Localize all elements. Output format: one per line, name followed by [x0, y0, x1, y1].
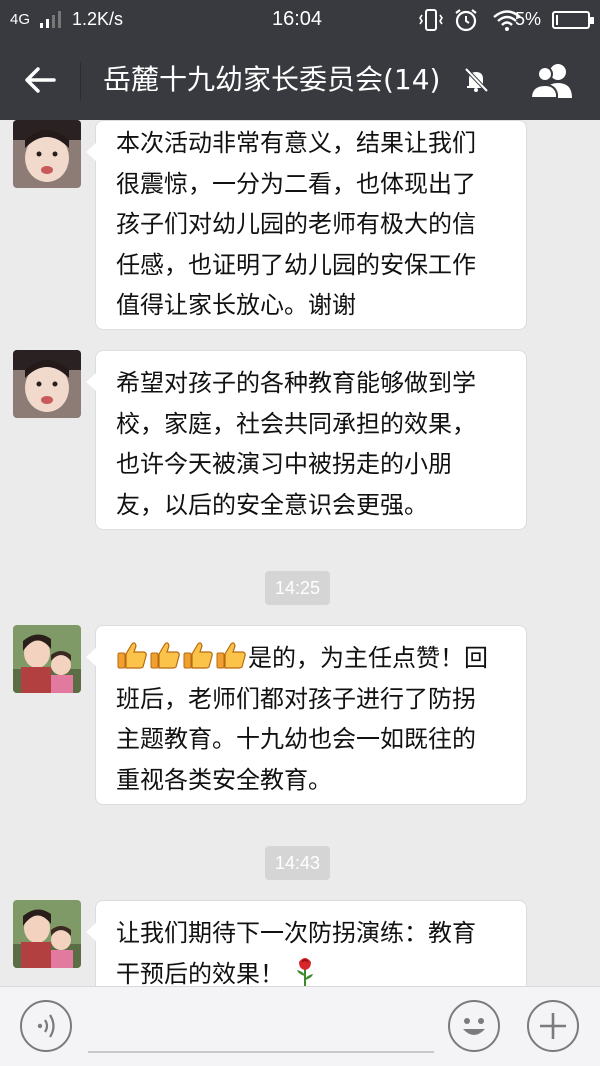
message-text: 也许今天被演习中被拐走的小朋: [116, 450, 452, 478]
header-divider: [80, 62, 81, 100]
message-text: 本次活动非常有意义，结果让我们: [116, 129, 476, 157]
message-text: 孩子们对幼儿园的老师有极大的信: [116, 210, 476, 238]
emoji-smile-icon: [463, 1018, 485, 1035]
voice-input-icon: [37, 1014, 55, 1038]
group-members-icon[interactable]: [528, 62, 578, 100]
message-bubble[interactable]: 是的，为主任点赞！回 班后，老师们都对孩子进行了防拐 主题教育。十九幼也会一如既…: [86, 625, 527, 805]
child-avatar[interactable]: [13, 350, 81, 418]
message-text: 友，以后的安全意识会更强。: [116, 490, 428, 519]
alarm-icon: [455, 9, 477, 32]
rose-emoji: [296, 957, 313, 986]
message-text: 重视各类安全教育。: [116, 765, 332, 794]
timestamp: 14:43: [265, 846, 331, 880]
message-text: 干预后的效果！: [116, 959, 284, 987]
chat-title: 岳麓十九幼家长委员会(14): [103, 63, 441, 96]
message-input[interactable]: [88, 1001, 434, 1049]
thumbs-up-emoji: [216, 642, 246, 669]
thumbs-up-emoji-group: [116, 642, 248, 672]
signal-icon: [40, 11, 61, 28]
mother-child-avatar[interactable]: [13, 625, 81, 693]
thumbs-up-emoji: [183, 642, 213, 669]
network-type: 4G: [10, 11, 31, 28]
emoji-button[interactable]: [448, 1000, 500, 1052]
message-text: 任感，也证明了幼儿园的安保工作: [116, 250, 476, 279]
input-bar: [0, 986, 600, 1066]
battery-level: [556, 15, 558, 25]
plus-icon: [540, 1013, 566, 1039]
message-text: 主题教育。十九幼也会一如既往的: [116, 725, 476, 753]
timestamp: 14:25: [265, 571, 331, 605]
vibrate-icon: [419, 9, 443, 31]
message-text: 很震惊，一分为二看，也体现出了: [116, 169, 476, 198]
thumbs-up-emoji: [117, 642, 147, 669]
thumbs-up-emoji: [150, 642, 180, 669]
battery-percent: 5%: [515, 9, 542, 29]
chat-header: 岳麓十九幼家长委员会(14): [0, 40, 600, 120]
mother-child-avatar[interactable]: [13, 900, 81, 968]
child-avatar[interactable]: [13, 120, 81, 188]
status-bar: 4G 1.2K/s 16:04 5%: [0, 0, 600, 40]
back-arrow-icon[interactable]: [20, 60, 60, 100]
message-bubble[interactable]: 本次活动非常有意义，结果让我们 很震惊，一分为二看，也体现出了 孩子们对幼儿园的…: [86, 120, 527, 330]
message-bubble[interactable]: 希望对孩子的各种教育能够做到学 校，家庭，社会共同承担的效果， 也许今天被演习中…: [86, 350, 527, 530]
clock: 16:04: [272, 8, 323, 30]
message-text: 班后，老师们都对孩子进行了防拐: [116, 684, 476, 713]
message-text: 希望对孩子的各种教育能够做到学: [116, 369, 476, 397]
voice-input-button[interactable]: [20, 1000, 72, 1052]
input-underline: [88, 1051, 434, 1053]
more-options-button[interactable]: [527, 1000, 579, 1052]
network-speed: 1.2K/s: [72, 9, 124, 29]
message-text: 是的，为主任点赞！回: [248, 644, 488, 672]
message-list[interactable]: 本次活动非常有意义，结果让我们 很震惊，一分为二看，也体现出了 孩子们对幼儿园的…: [0, 120, 600, 986]
battery-icon: [552, 11, 594, 29]
message-text: 值得让家长放心。谢谢: [116, 291, 356, 319]
bell-muted-icon: [464, 67, 489, 93]
message-bubble[interactable]: 让我们期待下一次防拐演练：教育 干预后的效果！: [86, 900, 527, 987]
message-text: 让我们期待下一次防拐演练：教育: [116, 919, 476, 947]
message-text: 校，家庭，社会共同承担的效果，: [116, 409, 476, 438]
